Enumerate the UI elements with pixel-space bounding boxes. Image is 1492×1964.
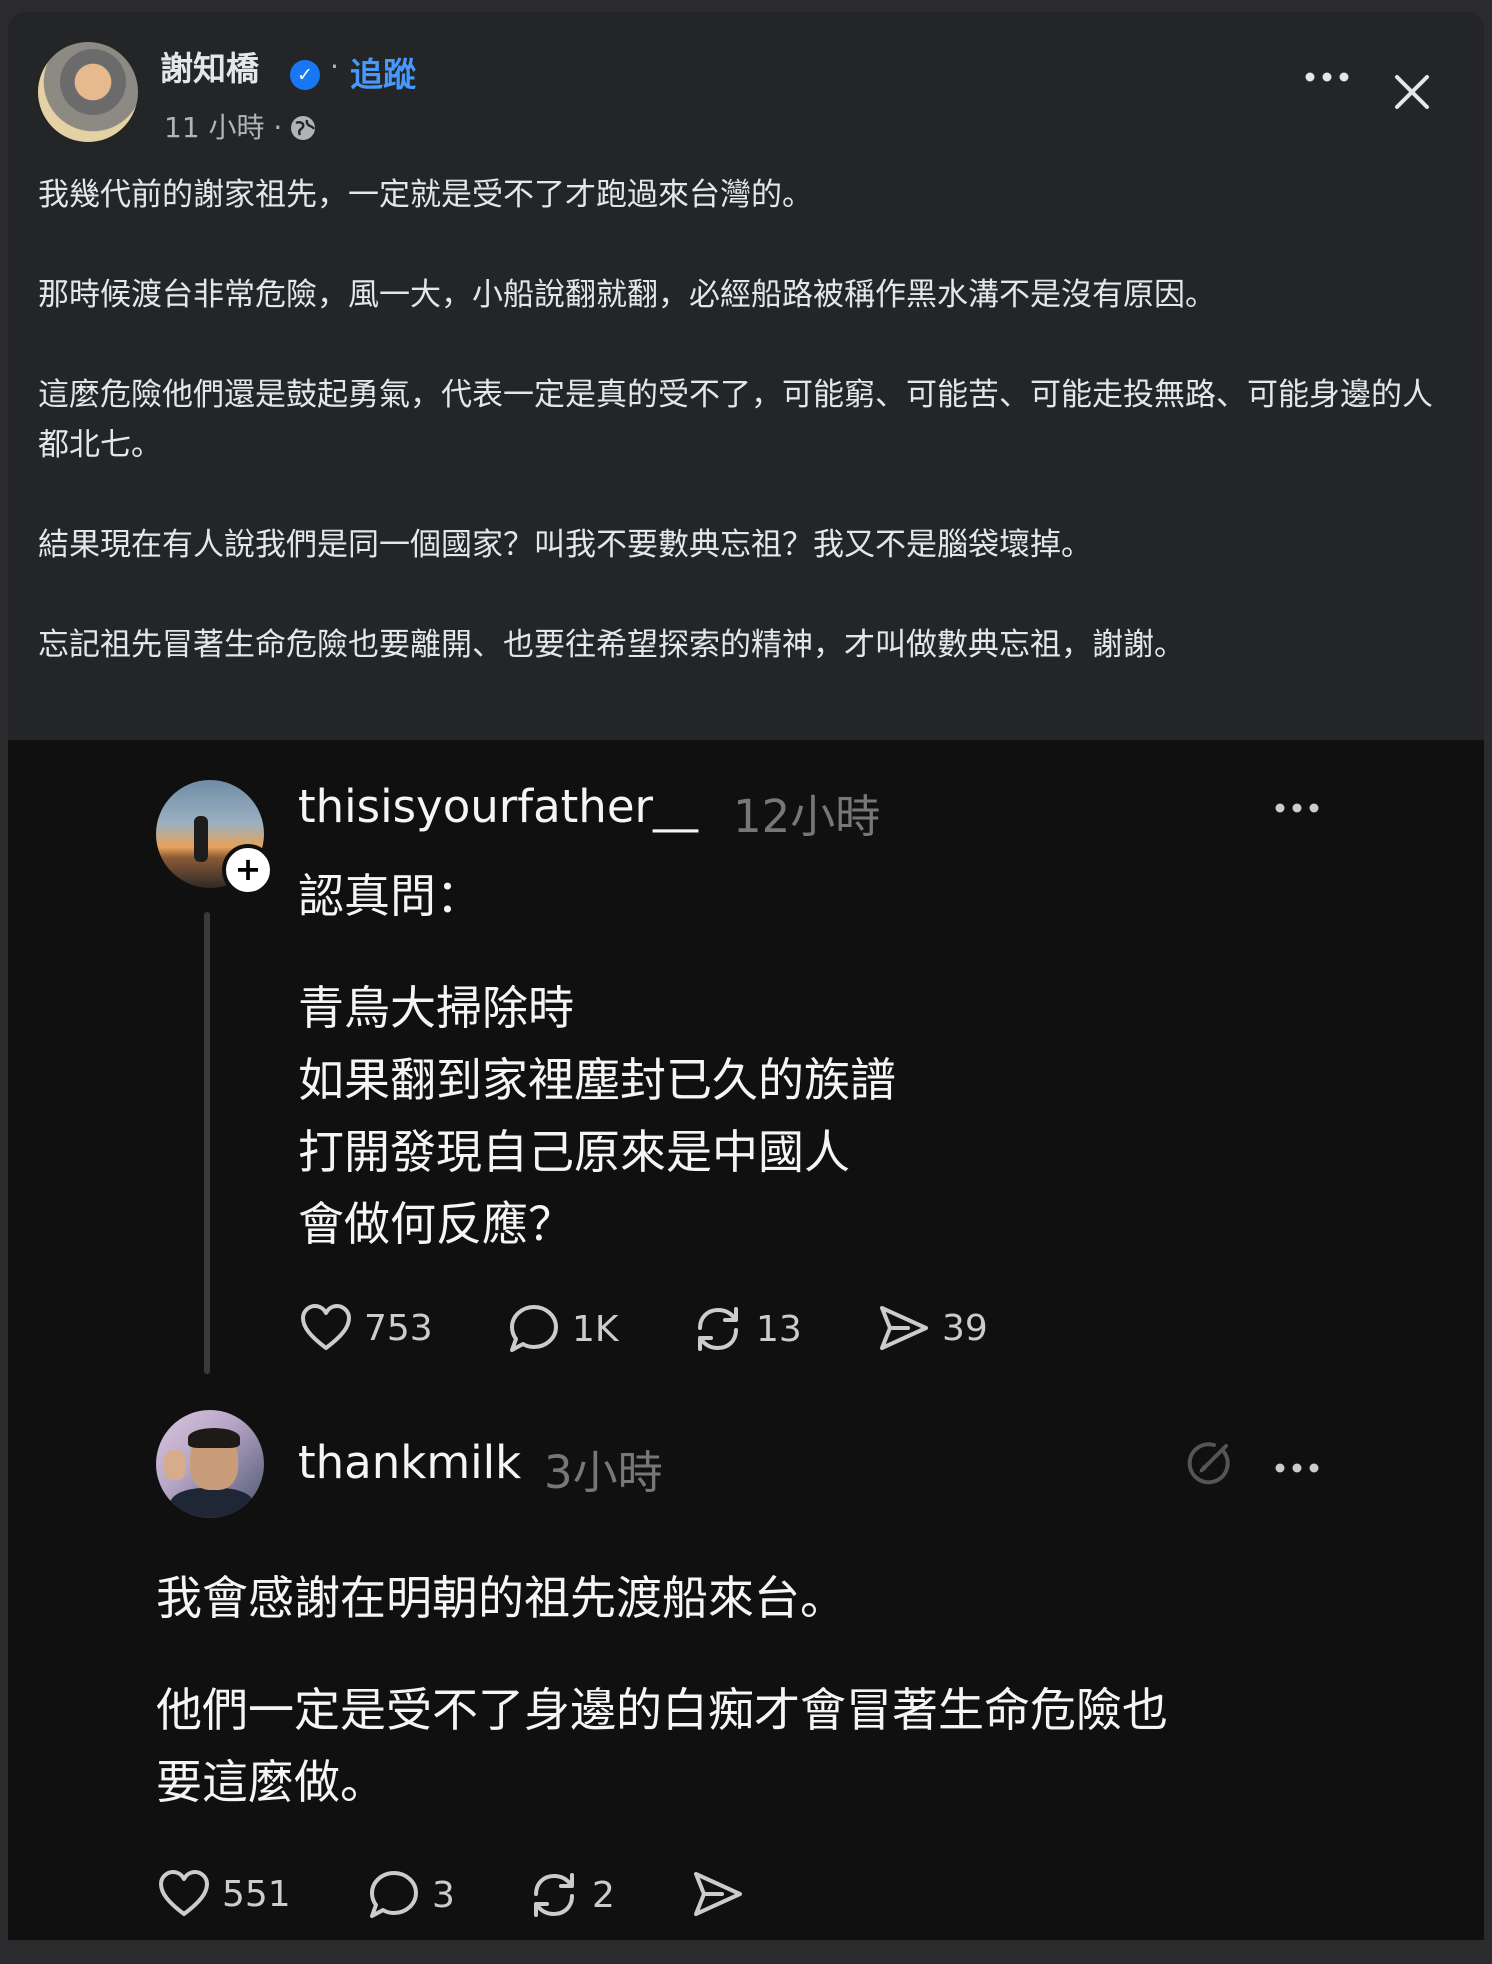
comment-line: 如果翻到家裡塵封已久的族譜 [298, 1053, 896, 1107]
separator-dot: · [330, 50, 339, 83]
post-paragraph: 我幾代前的謝家祖先，一定就是受不了才跑過來台灣的。 [38, 177, 813, 213]
send-icon [694, 1872, 742, 1916]
comment-username: thisisyourfather__ [298, 780, 699, 833]
repost-action: 13 [692, 1304, 802, 1354]
post-paragraph: 忘記祖先冒著生命危險也要離開、也要往希望探索的精神，才叫做數典忘祖，謝謝。 [38, 627, 1185, 663]
reply-action: 1K [508, 1304, 619, 1354]
like-count: 753 [364, 1307, 433, 1349]
comment-line: 要這麼做。 [156, 1755, 386, 1809]
heart-icon [301, 1304, 351, 1350]
follow-plus-icon: + [222, 844, 274, 896]
edited-icon [1187, 1442, 1230, 1485]
reply-action: 3 [368, 1870, 455, 1920]
more-options-icon[interactable] [1304, 70, 1350, 84]
post-paragraph: 這麼危險他們還是鼓起勇氣，代表一定是真的受不了，可能窮、可能苦、可能走投無路、可… [38, 377, 1433, 463]
comment-line: 他們一定是受不了身邊的白痴才會冒著生命危險也 [156, 1683, 1168, 1737]
post-timestamp[interactable]: 11 小時 · [164, 106, 282, 146]
comment-line: 認真問： [298, 869, 482, 923]
follow-button[interactable]: 追蹤 [350, 48, 416, 96]
more-options-icon [1275, 803, 1319, 813]
comment-bubble-icon [370, 1871, 418, 1918]
comment-bubble-icon [510, 1305, 558, 1352]
comment-time: 12小時 [733, 790, 881, 843]
post-text: 我幾代前的謝家祖先，一定就是受不了才跑過來台灣的。 那時候渡台非常危險，風一大，… [38, 170, 1453, 720]
comment-actions: 551 3 2 [158, 1870, 778, 1930]
bottom-edge [0, 1940, 1492, 1964]
share-count: 39 [942, 1307, 988, 1349]
comment-text: 我會感謝在明朝的祖先渡船來台。 他們一定是受不了身邊的白痴才會冒著生命危險也 要… [156, 1562, 1168, 1818]
reply-count: 1K [572, 1308, 619, 1350]
like-count: 551 [222, 1873, 291, 1915]
reply-count: 3 [432, 1874, 455, 1916]
comment-time: 3小時 [544, 1446, 663, 1499]
repost-count: 2 [592, 1874, 615, 1916]
repost-icon [534, 1873, 574, 1917]
repost-count: 13 [756, 1308, 802, 1350]
comment-username: thankmilk [298, 1436, 522, 1489]
comment-actions: 753 1K 13 39 [300, 1304, 1020, 1364]
post-paragraph: 結果現在有人說我們是同一個國家？叫我不要數典忘祖？我又不是腦袋壞掉。 [38, 527, 1092, 563]
repost-action: 2 [528, 1870, 615, 1920]
comment-line: 我會感謝在明朝的祖先渡船來台。 [156, 1571, 846, 1625]
verified-badge-icon: ✓ [290, 60, 320, 90]
share-action: 39 [878, 1304, 988, 1352]
globe-icon [291, 116, 316, 140]
like-action: 551 [158, 1870, 291, 1918]
comment-text: 認真問： 青鳥大掃除時 如果翻到家裡塵封已久的族譜 打開發現自己原來是中國人 會… [298, 860, 896, 1260]
commenter-avatar [156, 1410, 264, 1518]
repost-icon [698, 1307, 738, 1351]
attached-screenshot[interactable]: + thisisyourfather__ 12小時 認真問： 青鳥大掃除時 如果… [8, 740, 1484, 1956]
more-options-icon [1275, 1463, 1319, 1473]
close-icon[interactable] [1394, 74, 1430, 110]
author-name[interactable]: 謝知橋 [160, 42, 259, 90]
thread-connector-line [204, 912, 210, 1374]
comment-line: 會做何反應？ [298, 1197, 574, 1251]
comment-line: 青鳥大掃除時 [298, 981, 574, 1035]
comment-line: 打開發現自己原來是中國人 [298, 1125, 850, 1179]
share-action [692, 1870, 756, 1918]
post-card: 謝知橋 ✓ · 追蹤 11 小時 · 我幾代前的謝家祖先，一定就是受不了才跑過來… [8, 12, 1484, 1956]
author-avatar[interactable] [38, 42, 138, 142]
heart-icon [159, 1870, 209, 1916]
like-action: 753 [300, 1304, 433, 1352]
send-icon [880, 1306, 928, 1350]
post-paragraph: 那時候渡台非常危險，風一大，小船說翻就翻，必經船路被稱作黑水溝不是沒有原因。 [38, 277, 1216, 313]
